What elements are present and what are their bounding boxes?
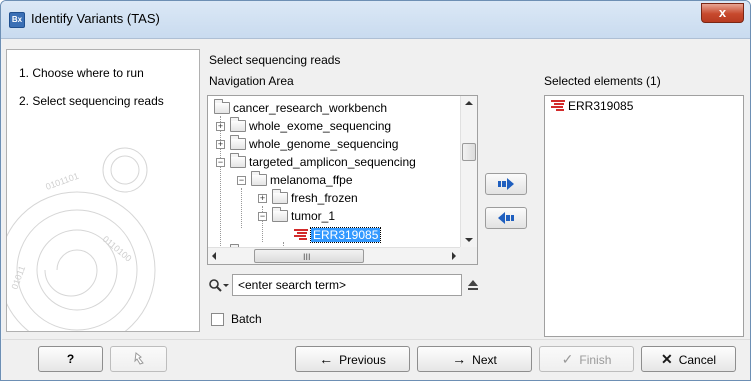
tree-item-whole-genome-sequencing[interactable]: whole_genome_sequencing — [230, 135, 398, 153]
tree-guide-line — [220, 116, 221, 246]
folder-icon — [230, 117, 246, 132]
scroll-left-icon[interactable] — [212, 252, 216, 260]
search-icon[interactable] — [208, 278, 230, 294]
scroll-down-icon[interactable] — [465, 238, 473, 242]
arrow-left-icon — [498, 212, 514, 224]
window-title: Identify Variants (TAS) — [31, 11, 160, 26]
tree-item-err319085[interactable]: ERR319085 — [294, 226, 382, 244]
cancel-button-label: Cancel — [678, 353, 717, 367]
sequence-list-icon — [294, 229, 308, 241]
expand-icon[interactable]: + — [216, 122, 225, 131]
sequence-list-icon — [551, 100, 565, 112]
arrow-right-icon — [498, 178, 514, 190]
scroll-right-icon[interactable] — [452, 252, 456, 260]
decorative-spiral: 0101101 01011 0110100 — [7, 147, 156, 331]
open-folder-icon — [251, 171, 267, 186]
tree-item-label: tumor_1 — [291, 209, 336, 223]
tree-item-cancer-research-workbench[interactable]: cancer_research_workbench — [214, 99, 387, 117]
step-choose-where-to-run[interactable]: 1. Choose where to run — [19, 66, 144, 80]
add-to-selected-button[interactable] — [485, 173, 527, 195]
collapse-icon[interactable]: − — [216, 158, 225, 167]
arrow-right-icon: → — [452, 351, 467, 367]
folder-icon — [230, 135, 246, 150]
open-folder-icon — [272, 207, 288, 222]
close-icon: ✕ — [660, 351, 673, 367]
step-select-sequencing-reads[interactable]: 2. Select sequencing reads — [19, 94, 164, 108]
selected-elements-label: Selected elements (1) — [544, 74, 661, 88]
tree-item-label: ERR319085 — [309, 227, 382, 243]
checkmark-icon: ✓ — [561, 351, 574, 367]
tree-item-melanoma-ffpe[interactable]: melanoma_ffpe — [251, 171, 353, 189]
collapse-icon[interactable]: − — [258, 212, 267, 221]
horizontal-scroll-thumb[interactable]: III — [254, 249, 364, 263]
collapse-icon[interactable]: − — [237, 176, 246, 185]
navigation-tree[interactable]: cancer_research_workbench + whole_exome_… — [207, 95, 478, 265]
scroll-grip-icon: III — [303, 252, 311, 262]
dialog-window: Bx Identify Variants (TAS) x 1. Choose w… — [0, 0, 751, 381]
scroll-up-icon[interactable] — [465, 101, 473, 105]
arrow-left-icon: ← — [319, 351, 334, 367]
svg-text:0110100: 0110100 — [101, 234, 134, 264]
tree-item-label: cancer_research_workbench — [233, 101, 388, 115]
next-button[interactable]: → Next — [417, 346, 532, 372]
open-folder-icon — [230, 153, 246, 168]
expand-icon[interactable]: + — [258, 194, 267, 203]
finish-button[interactable]: ✓ Finish — [539, 346, 634, 372]
selected-elements-list[interactable]: ERR319085 — [544, 95, 744, 337]
clear-search-icon[interactable] — [467, 277, 479, 293]
close-icon: x — [718, 5, 727, 20]
horizontal-scrollbar[interactable]: III — [208, 247, 460, 264]
batch-label: Batch — [231, 312, 262, 326]
tree-item-tumor-1[interactable]: tumor_1 — [272, 207, 335, 225]
remove-from-selected-button[interactable] — [485, 207, 527, 229]
scrollbar-corner — [460, 247, 477, 264]
close-button[interactable]: x — [701, 3, 744, 23]
button-bar-divider — [2, 339, 750, 340]
cancel-button[interactable]: ✕ Cancel — [641, 346, 736, 372]
tree-item-targeted-amplicon-sequencing[interactable]: targeted_amplicon_sequencing — [230, 153, 416, 171]
title-bar: Bx Identify Variants (TAS) x — [1, 1, 750, 39]
batch-checkbox[interactable] — [211, 313, 224, 326]
tree-item-label: whole_genome_sequencing — [249, 137, 399, 151]
dialog-body: 1. Choose where to run 2. Select sequenc… — [2, 39, 750, 380]
page-title: Select sequencing reads — [209, 53, 341, 67]
svg-text:01011: 01011 — [9, 264, 27, 290]
svg-text:0101101: 0101101 — [44, 171, 80, 192]
navigation-area-label: Navigation Area — [209, 74, 294, 88]
reset-button[interactable] — [110, 346, 167, 372]
previous-button-label: Previous — [339, 353, 386, 367]
tree-item-label: melanoma_ffpe — [270, 173, 353, 187]
reset-icon — [133, 352, 144, 365]
tree-item-label: targeted_amplicon_sequencing — [249, 155, 416, 169]
list-item-label: ERR319085 — [568, 99, 634, 113]
help-button[interactable]: ? — [38, 346, 103, 372]
vertical-scrollbar[interactable] — [460, 96, 477, 248]
search-input[interactable]: <enter search term> — [232, 274, 462, 296]
tree-item-label: whole_exome_sequencing — [249, 119, 392, 133]
expand-icon[interactable]: + — [216, 140, 225, 149]
finish-button-label: Finish — [579, 353, 612, 367]
tree-item-fresh-frozen[interactable]: fresh_frozen — [272, 189, 358, 207]
tree-guide-line — [241, 188, 242, 228]
folder-icon — [214, 99, 230, 114]
list-item[interactable]: ERR319085 — [551, 98, 633, 114]
folder-icon — [272, 189, 288, 204]
steps-panel: 1. Choose where to run 2. Select sequenc… — [6, 49, 200, 332]
tree-item-whole-exome-sequencing[interactable]: whole_exome_sequencing — [230, 117, 391, 135]
vertical-scroll-thumb[interactable] — [462, 143, 476, 161]
app-icon: Bx — [9, 12, 25, 28]
tree-item-label: fresh_frozen — [291, 191, 358, 205]
next-button-label: Next — [472, 353, 497, 367]
previous-button[interactable]: ← Previous — [295, 346, 410, 372]
